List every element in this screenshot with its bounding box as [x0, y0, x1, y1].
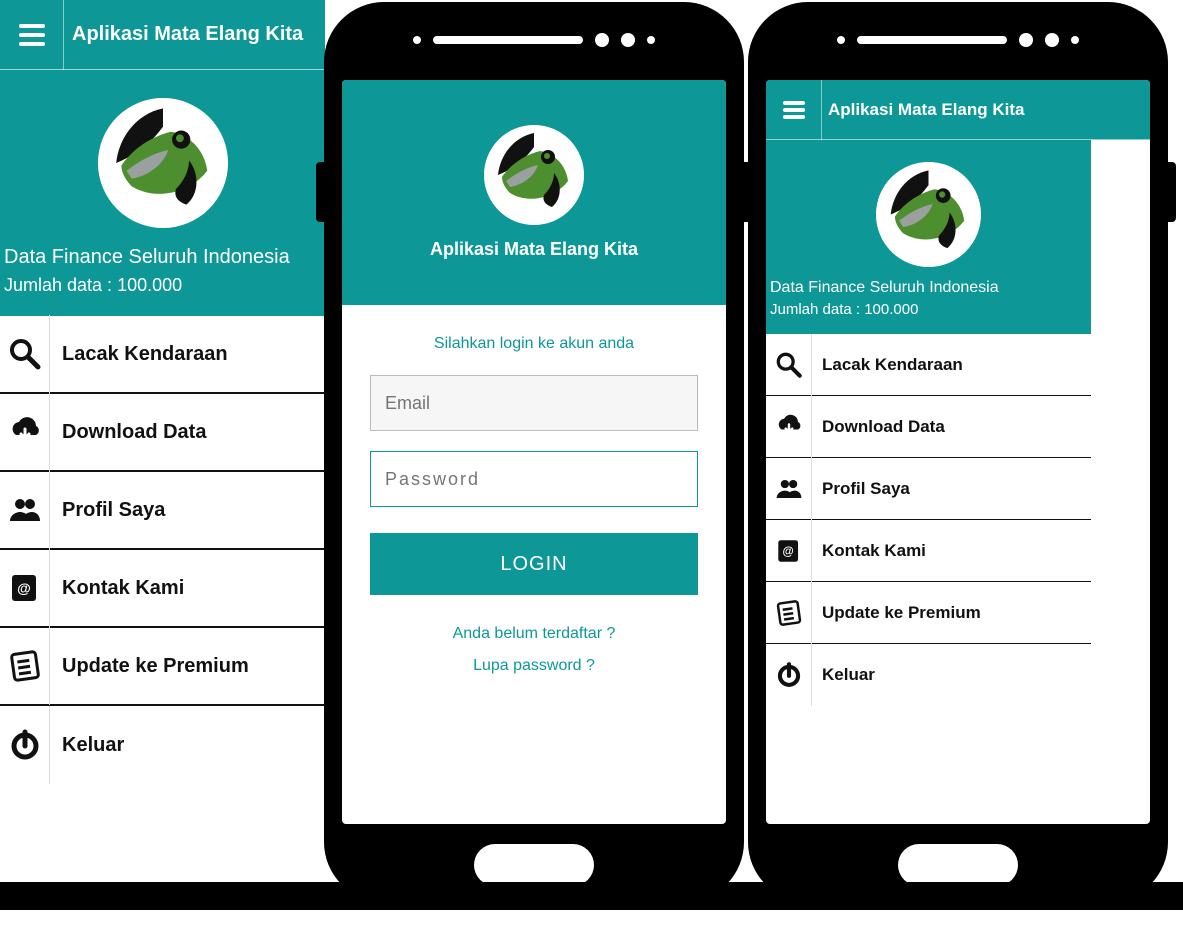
screen-menu-phone: Aplikasi Mata Elang Kita Data Finance Se… [766, 80, 1150, 824]
login-hero: Aplikasi Mata Elang Kita [342, 80, 726, 305]
hero-section: Data Finance Seluruh Indonesia Jumlah da… [766, 140, 1091, 334]
menu-item-profil[interactable]: Profil Saya [766, 458, 1091, 520]
checklist-icon [766, 582, 812, 644]
password-field[interactable] [370, 451, 698, 507]
phone-top-sensors [324, 20, 744, 60]
login-prompt: Silahkan login ke akun anda [370, 335, 698, 353]
phone-top-sensors [748, 20, 1168, 60]
users-icon [0, 471, 50, 549]
phone-home-button[interactable] [898, 844, 1018, 886]
register-link[interactable]: Anda belum terdaftar ? [370, 625, 698, 643]
menu-item-download[interactable]: Download Data [766, 396, 1091, 458]
hamburger-icon [19, 24, 45, 46]
menu-item-lacak[interactable]: Lacak Kendaraan [766, 334, 1091, 396]
menu-item-download[interactable]: Download Data [0, 394, 325, 472]
menu-label: Download Data [812, 417, 945, 437]
menu-label: Profil Saya [812, 479, 910, 499]
menu-label: Update ke Premium [50, 655, 249, 678]
menu-label: Kontak Kami [812, 541, 926, 561]
app-title: Aplikasi Mata Elang Kita [822, 100, 1025, 120]
footer-bar [0, 882, 1183, 910]
hero-section: Data Finance Seluruh Indonesia Jumlah da… [0, 70, 325, 316]
menu-item-profil[interactable]: Profil Saya [0, 472, 325, 550]
menu-item-kontak[interactable]: Kontak Kami [766, 520, 1091, 582]
email-field[interactable] [370, 375, 698, 431]
cloud-download-icon [766, 396, 812, 458]
power-icon [766, 644, 812, 706]
checklist-icon [0, 627, 50, 705]
menu-item-lacak[interactable]: Lacak Kendaraan [0, 316, 325, 394]
app-header: Aplikasi Mata Elang Kita [0, 0, 325, 70]
menu-label: Download Data [50, 421, 206, 444]
app-title: Aplikasi Mata Elang Kita [430, 239, 638, 260]
power-icon [0, 706, 50, 784]
eagle-logo-icon [876, 162, 981, 267]
menu-label: Update ke Premium [812, 603, 981, 623]
hamburger-button[interactable] [766, 80, 822, 140]
menu-item-keluar[interactable]: Keluar [766, 644, 1091, 706]
hero-subtitle-1: Data Finance Seluruh Indonesia [0, 246, 325, 275]
search-icon [766, 334, 812, 396]
contact-card-icon [766, 520, 812, 582]
phone-mock-menu: Aplikasi Mata Elang Kita Data Finance Se… [748, 2, 1168, 902]
contact-card-icon [0, 549, 50, 627]
main-menu: Lacak Kendaraan Download Data Profil Say… [0, 316, 325, 784]
menu-label: Lacak Kendaraan [50, 343, 228, 366]
menu-label: Profil Saya [50, 499, 165, 522]
menu-label: Lacak Kendaraan [812, 355, 963, 375]
cloud-download-icon [0, 393, 50, 471]
menu-item-keluar[interactable]: Keluar [0, 706, 325, 784]
app-header: Aplikasi Mata Elang Kita [766, 80, 1150, 140]
hero-subtitle-1: Data Finance Seluruh Indonesia [766, 279, 1091, 301]
eagle-logo-icon [98, 98, 228, 228]
login-button[interactable]: LOGIN [370, 533, 698, 595]
hamburger-button[interactable] [0, 0, 64, 70]
screen-menu-large: Aplikasi Mata Elang Kita Data Finance Se… [0, 0, 325, 810]
screen-login: Aplikasi Mata Elang Kita Silahkan login … [342, 80, 726, 824]
menu-label: Keluar [50, 734, 124, 757]
forgot-password-link[interactable]: Lupa password ? [370, 657, 698, 675]
menu-label: Kontak Kami [50, 577, 184, 600]
search-icon [0, 315, 50, 393]
menu-item-premium[interactable]: Update ke Premium [0, 628, 325, 706]
eagle-logo-icon [484, 125, 584, 225]
menu-item-premium[interactable]: Update ke Premium [766, 582, 1091, 644]
menu-item-kontak[interactable]: Kontak Kami [0, 550, 325, 628]
main-menu: Lacak Kendaraan Download Data Profil Say… [766, 334, 1091, 706]
login-form: Silahkan login ke akun anda LOGIN Anda b… [342, 305, 726, 709]
hero-subtitle-2: Jumlah data : 100.000 [0, 275, 325, 306]
app-title: Aplikasi Mata Elang Kita [64, 23, 303, 46]
phone-mock-login: Aplikasi Mata Elang Kita Silahkan login … [324, 2, 744, 902]
menu-label: Keluar [812, 665, 875, 685]
hero-subtitle-2: Jumlah data : 100.000 [766, 301, 1091, 326]
hamburger-icon [783, 101, 805, 119]
users-icon [766, 458, 812, 520]
phone-home-button[interactable] [474, 844, 594, 886]
